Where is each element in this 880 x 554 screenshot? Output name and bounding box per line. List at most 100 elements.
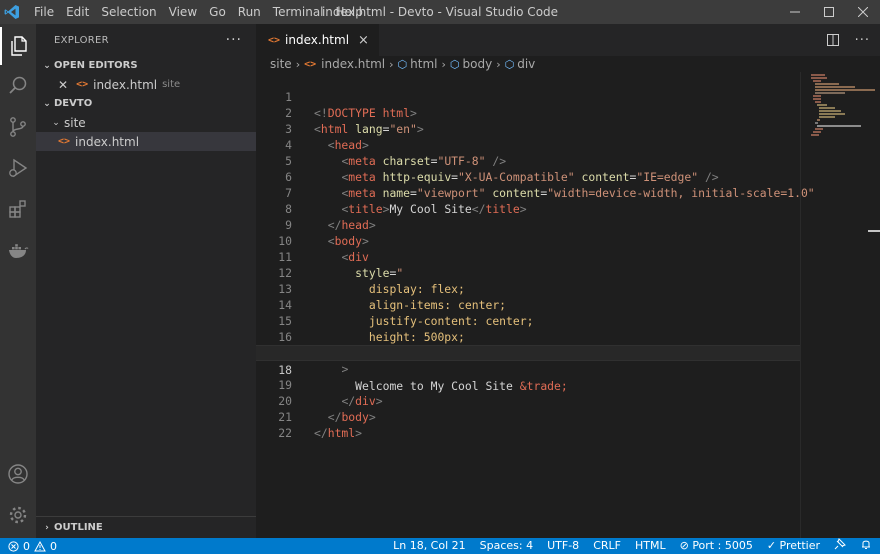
cursor-position[interactable]: Ln 18, Col 21 <box>386 538 473 554</box>
language-mode[interactable]: HTML <box>628 538 673 554</box>
open-editor-item[interactable]: ✕ <> index.html site <box>36 75 256 94</box>
live-server-port[interactable]: ⊘ Port : 5005 <box>673 538 760 554</box>
menu-selection[interactable]: Selection <box>95 0 162 24</box>
workspace-title: DEVTO <box>54 98 93 109</box>
problems-indicator[interactable]: 0 0 <box>0 540 57 553</box>
bell-icon <box>862 540 870 549</box>
code-line: 9 <body> <box>256 201 800 248</box>
explorer-header: EXPLORER ··· <box>36 24 256 56</box>
html-file-icon: <> <box>58 136 71 147</box>
code-line: 4 <meta charset="UTF-8" /> <box>256 121 800 168</box>
minimize-button[interactable] <box>778 0 812 24</box>
extensions-icon <box>9 200 26 218</box>
vscode-logo-icon[interactable] <box>0 0 24 24</box>
code-line: 14 justify-content: center; <box>256 281 800 328</box>
menu-view[interactable]: View <box>163 0 203 24</box>
run-debug-activity-button[interactable] <box>0 149 36 187</box>
menu-go[interactable]: Go <box>203 0 232 24</box>
breadcrumb-div[interactable]: div <box>517 57 535 71</box>
code-line: 1 <!DOCTYPE html> <box>256 73 800 120</box>
code-line: 22 <box>256 409 800 440</box>
feedback-button[interactable] <box>827 537 853 554</box>
check-icon: ✓ <box>766 539 777 552</box>
chevron-right-icon: › <box>389 57 394 71</box>
close-icon <box>858 7 868 17</box>
source-control-activity-button[interactable] <box>0 108 36 146</box>
menu-edit[interactable]: Edit <box>60 0 95 24</box>
tag-name: html <box>327 426 356 440</box>
open-editors-section[interactable]: ⌄ OPEN EDITORS <box>36 56 256 75</box>
code-line: 17 > <box>256 329 800 376</box>
workspace-section[interactable]: ⌄ DEVTO <box>36 94 256 113</box>
port-label: Port : 5005 <box>692 539 753 552</box>
account-icon <box>8 464 28 484</box>
close-window-button[interactable] <box>846 0 880 24</box>
breadcrumb-file[interactable]: index.html <box>321 57 385 71</box>
open-editor-filename: index.html <box>93 77 158 92</box>
element-cube-icon: ⬡ <box>449 57 460 71</box>
chevron-right-icon: › <box>441 57 446 71</box>
file-index-html[interactable]: <> index.html <box>36 132 256 151</box>
end-of-line[interactable]: CRLF <box>586 538 628 554</box>
code-line: 5 <meta http-equiv="X-UA-Compatible" con… <box>256 137 800 184</box>
docker-icon <box>9 244 29 258</box>
search-activity-button[interactable] <box>0 67 36 105</box>
accounts-activity-button[interactable] <box>0 455 36 493</box>
code-editor[interactable]: 1 <!DOCTYPE html> 2 <html lang="en"> 3 <… <box>256 72 815 538</box>
search-icon <box>9 76 27 94</box>
code-line: 2 <html lang="en"> <box>256 89 800 136</box>
explorer-title: EXPLORER <box>54 34 109 46</box>
tab-close-icon[interactable]: × <box>358 33 369 48</box>
html-file-icon: <> <box>268 34 281 46</box>
tab-bar: <> index.html × ··· <box>256 24 880 56</box>
scrollbar-marker[interactable] <box>868 230 880 232</box>
breadcrumb-html[interactable]: html <box>410 57 437 71</box>
chevron-right-icon: › <box>295 57 301 71</box>
folder-name: site <box>64 115 86 130</box>
code-line: 7 <title>My Cool Site</title> <box>256 169 800 216</box>
open-editor-folder: site <box>162 79 181 90</box>
outline-title: OUTLINE <box>54 522 103 533</box>
open-editors-title: OPEN EDITORS <box>54 60 138 71</box>
line-number: 22 <box>278 426 292 440</box>
close-editor-icon[interactable]: ✕ <box>58 78 68 92</box>
warning-count: 0 <box>50 539 57 553</box>
breadcrumb: site › <> index.html › ⬡ html › ⬡ body ›… <box>256 56 880 72</box>
status-bar: 0 0 Ln 18, Col 21 Spaces: 4 UTF-8 CRLF H… <box>0 537 880 554</box>
menu-bar: File Edit Selection View Go Run Terminal… <box>24 0 369 24</box>
menu-run[interactable]: Run <box>232 0 267 24</box>
encoding[interactable]: UTF-8 <box>540 538 586 554</box>
explorer-activity-button[interactable] <box>0 27 36 65</box>
folder-site[interactable]: ⌄ site <box>36 113 256 132</box>
breadcrumb-body[interactable]: body <box>463 57 493 71</box>
notifications-button[interactable] <box>853 538 880 554</box>
outline-section[interactable]: › OUTLINE <box>36 516 256 538</box>
menu-help[interactable]: Help <box>330 0 369 24</box>
menu-terminal[interactable]: Terminal <box>267 0 330 24</box>
menu-file[interactable]: File <box>28 0 60 24</box>
tab-index-html[interactable]: <> index.html × <box>256 24 379 56</box>
title-bar: File Edit Selection View Go Run Terminal… <box>0 0 880 24</box>
manage-settings-button[interactable] <box>0 496 36 534</box>
extensions-activity-button[interactable] <box>0 190 36 228</box>
split-editor-icon[interactable] <box>826 34 839 46</box>
code-line: 21 </html> <box>256 393 800 440</box>
feedback-icon <box>834 537 846 549</box>
prettier-status[interactable]: ✓ Prettier <box>760 538 827 554</box>
code-line-current: 18 Welcome to My Cool Site &trade; <box>256 345 800 393</box>
more-actions-icon[interactable]: ··· <box>226 32 242 48</box>
maximize-button[interactable] <box>812 0 846 24</box>
outline-header: › OUTLINE <box>36 517 256 538</box>
docker-activity-button[interactable] <box>0 231 36 269</box>
more-editor-actions-icon[interactable]: ··· <box>855 33 870 48</box>
html-file-icon: <> <box>304 58 317 70</box>
code-line: 3 <head> <box>256 105 800 152</box>
indentation[interactable]: Spaces: 4 <box>473 538 540 554</box>
minimap[interactable] <box>800 72 880 538</box>
breadcrumb-site[interactable]: site <box>270 57 292 71</box>
status-bar-right: Ln 18, Col 21 Spaces: 4 UTF-8 CRLF HTML … <box>386 537 880 554</box>
maximize-icon <box>824 7 834 17</box>
activity-bar <box>0 24 36 538</box>
code-line: 16 " <box>256 313 800 360</box>
code-line: 15 height: 500px; <box>256 297 800 344</box>
